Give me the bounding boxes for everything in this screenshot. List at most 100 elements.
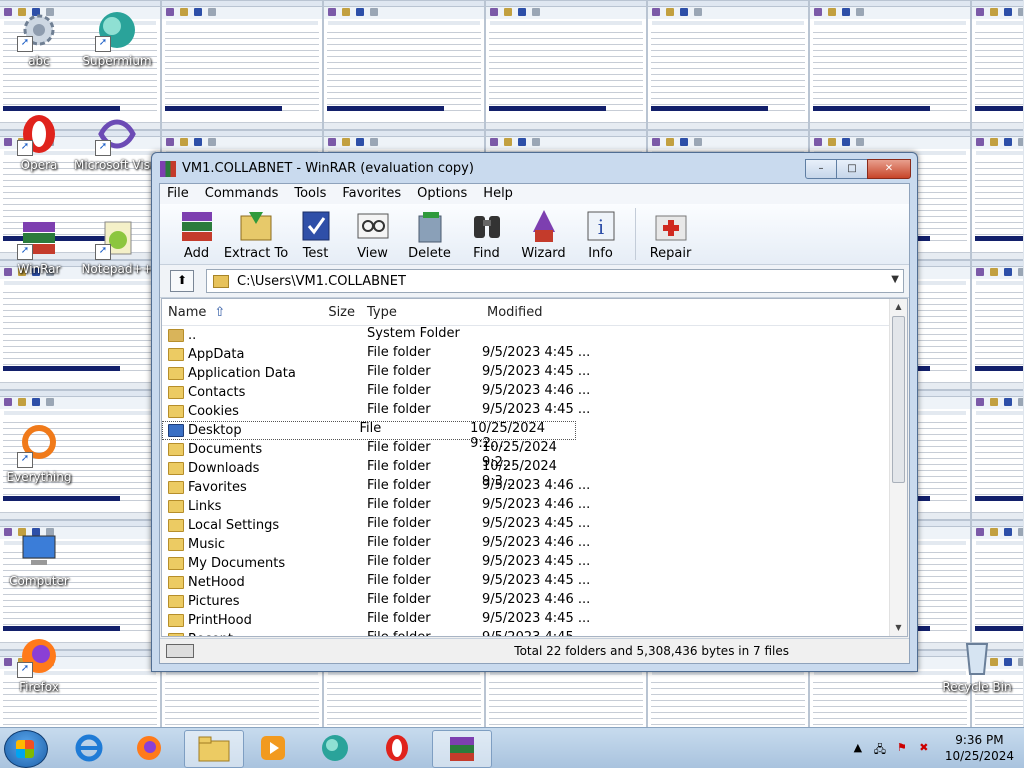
file-row[interactable]: Recent File folder9/5/2023 4:45 ... (162, 630, 907, 636)
menu-commands[interactable]: Commands (198, 184, 288, 204)
background-thumbnail (971, 130, 1023, 260)
column-size[interactable]: Size (288, 299, 361, 325)
recycle-bin-icon (955, 634, 999, 678)
file-row[interactable]: Local Settings File folder 9/5/2023 4:45 .… (162, 516, 907, 535)
delete-button[interactable]: Delete (401, 204, 458, 264)
file-type: File folder (367, 573, 431, 588)
vertical-scrollbar[interactable]: ▲ ▼ (889, 299, 907, 636)
file-row[interactable]: Documents File folder 10/25/2024 9:2... (162, 440, 907, 470)
folder-icon (168, 443, 184, 456)
menu-help[interactable]: Help (476, 184, 522, 204)
desktop-icon-notepad-plus-plus[interactable]: ➚ Notepad++ (74, 216, 160, 276)
desktop-icon-computer[interactable]: Computer (0, 528, 82, 588)
file-name: .. (188, 328, 197, 343)
column-modified[interactable]: Modified (481, 299, 581, 325)
close-button[interactable]: ✕ (867, 159, 911, 179)
file-row[interactable]: Pictures File folder 9/5/2023 4:46 ... (162, 592, 907, 611)
file-modified: 9/5/2023 4:46 ... (482, 497, 591, 512)
folder-icon (168, 557, 184, 570)
file-modified: 9/5/2023 4:46 ... (482, 478, 591, 493)
taskbar-internet-explorer[interactable] (60, 730, 118, 766)
file-type: File folder (367, 383, 431, 398)
wizard-button[interactable]: Wizard (515, 204, 572, 264)
desktop-icon-firefox[interactable]: ➚ Firefox (0, 634, 82, 694)
action-center-icon[interactable]: ⚑ (895, 741, 909, 755)
scroll-down-icon[interactable]: ▼ (890, 620, 907, 636)
taskbar-firefox[interactable] (120, 730, 178, 766)
gear-icon: ➚ (17, 8, 61, 52)
up-one-level-button[interactable]: ⬆ (170, 270, 194, 292)
file-modified: 9/5/2023 4:46 ... (482, 383, 591, 398)
binoculars-icon (468, 208, 506, 244)
file-row[interactable]: .. System Folder (162, 326, 907, 345)
menu-tools[interactable]: Tools (287, 184, 335, 204)
file-row[interactable]: Favorites File folder 9/5/2023 4:46 ... (162, 478, 907, 497)
repair-button[interactable]: Repair (642, 204, 699, 264)
file-rows: .. System Folder AppData File folder 9/5/202… (162, 326, 907, 636)
desktop-icon-recycle-bin[interactable]: Recycle Bin (934, 634, 1020, 694)
test-button[interactable]: Test (287, 204, 344, 264)
desktop-icon-opera[interactable]: ➚ Opera (0, 112, 82, 172)
file-row[interactable]: Application Data File folder 9/5/2023 4:45… (162, 364, 907, 383)
winrar-window[interactable]: VM1.COLLABNET - WinRAR (evaluation copy)… (151, 152, 918, 672)
file-modified: 9/5/2023 4:46 ... (482, 592, 591, 607)
add-archive-icon (178, 208, 216, 244)
file-modified: 9/5/2023 4:45 ... (482, 573, 591, 588)
clock[interactable]: 9:36 PM 10/25/2024 (945, 732, 1014, 764)
file-row[interactable]: Desktop File 10/25/2024 9:2... (162, 421, 576, 451)
file-name: Cookies (188, 404, 239, 419)
scroll-up-icon[interactable]: ▲ (890, 299, 907, 315)
file-row[interactable]: My Documents File folder 9/5/2023 4:45 ... (162, 554, 907, 573)
taskbar-opera[interactable] (368, 730, 426, 766)
path-combobox[interactable]: C:\Users\VM1.COLLABNET ▼ (206, 269, 904, 293)
chevron-down-icon[interactable]: ▼ (891, 274, 899, 285)
drive-status-icon[interactable] (166, 644, 194, 658)
taskbar-media-player[interactable] (244, 730, 302, 766)
folder-icon (168, 633, 184, 636)
start-button[interactable] (4, 730, 48, 768)
menu-file[interactable]: File (160, 184, 198, 204)
file-modified: 10/25/2024 9:2... (482, 440, 557, 470)
file-row[interactable]: Cookies File folder 9/5/2023 4:45 ... (162, 402, 907, 421)
desktop-icon-everything[interactable]: ➚ Everything (0, 424, 82, 484)
file-type: File folder (367, 478, 431, 493)
taskbar-supermium[interactable] (306, 730, 364, 766)
find-button[interactable]: Find (458, 204, 515, 264)
network-icon[interactable]: 🖧 (873, 741, 887, 756)
extract-to-button[interactable]: Extract To (224, 204, 288, 264)
clock-date: 10/25/2024 (944, 749, 1014, 763)
file-type: File folder (367, 611, 431, 626)
show-hidden-icons-icon[interactable]: ▲ (851, 741, 865, 755)
file-row[interactable]: Downloads File folder 10/25/2024 9:3... (162, 459, 907, 489)
winrar-icon: ➚ (17, 216, 61, 260)
first-aid-kit-icon (652, 208, 690, 244)
taskbar-windows-explorer[interactable] (184, 730, 244, 768)
info-button[interactable]: i Info (572, 204, 629, 264)
add-button[interactable]: Add (168, 204, 225, 264)
minimize-button[interactable]: – (805, 159, 837, 179)
menu-options[interactable]: Options (410, 184, 476, 204)
desktop-icon-visual-studio[interactable]: ➚ Microsoft Visual Stud... (74, 112, 211, 172)
maximize-button[interactable]: □ (836, 159, 868, 179)
taskbar-winrar[interactable] (432, 730, 492, 768)
desktop-icon-winrar[interactable]: ➚ WinRar (0, 216, 82, 276)
desktop-icon-abc[interactable]: ➚ abc (0, 8, 82, 68)
column-type[interactable]: Type (361, 299, 481, 325)
column-name[interactable]: Name ⇧ (162, 299, 288, 325)
file-modified: 9/5/2023 4:45 ... (482, 345, 591, 360)
view-button[interactable]: View (344, 204, 401, 264)
file-row[interactable]: Music File folder 9/5/2023 4:46 ... (162, 535, 907, 554)
file-row[interactable]: AppData File folder 9/5/2023 4:45 ... (162, 345, 907, 364)
file-list[interactable]: Name ⇧ Size Type Modified .. System Folder… (161, 298, 908, 637)
scroll-thumb[interactable] (892, 316, 905, 483)
title-bar[interactable]: VM1.COLLABNET - WinRAR (evaluation copy)… (152, 153, 917, 183)
volume-muted-icon[interactable]: ✖ (917, 741, 931, 755)
file-row[interactable]: PrintHood File folder 9/5/2023 4:45 ... (162, 611, 907, 630)
file-row[interactable]: Contacts File folder 9/5/2023 4:46 ... (162, 383, 907, 402)
desktop-icon-supermium[interactable]: ➚ Supermium (74, 8, 160, 68)
background-thumbnail (485, 0, 647, 130)
menu-favorites[interactable]: Favorites (335, 184, 410, 204)
file-row[interactable]: Links File folder 9/5/2023 4:46 ... (162, 497, 907, 516)
opera-icon (386, 735, 408, 761)
file-row[interactable]: NetHood File folder 9/5/2023 4:45 ... (162, 573, 907, 592)
